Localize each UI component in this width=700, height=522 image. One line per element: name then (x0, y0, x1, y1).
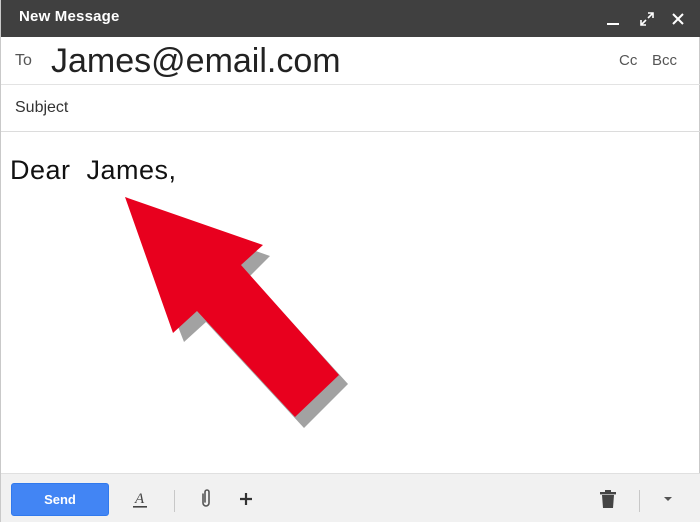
popout-icon[interactable] (635, 0, 659, 37)
message-body[interactable]: Dear James, (1, 133, 700, 473)
insert-more-icon[interactable] (231, 484, 261, 514)
to-row[interactable]: To James@email.com Cc Bcc (1, 37, 700, 85)
more-options-icon[interactable] (653, 484, 683, 514)
send-button[interactable]: Send (11, 483, 109, 516)
compose-window: New Message To James@email.com Cc Bcc De… (0, 0, 700, 522)
attach-icon[interactable] (191, 484, 221, 514)
minimize-icon[interactable] (601, 0, 625, 37)
bcc-link[interactable]: Bcc (652, 52, 677, 69)
window-title: New Message (19, 8, 120, 25)
trash-icon[interactable] (593, 484, 623, 514)
formatting-icon[interactable]: A (125, 484, 155, 514)
toolbar-divider (174, 490, 175, 512)
subject-field[interactable] (9, 93, 700, 123)
cc-link[interactable]: Cc (619, 52, 637, 69)
close-icon[interactable] (666, 0, 690, 37)
svg-text:A: A (134, 491, 145, 507)
body-text: Dear James, (10, 155, 177, 185)
to-field[interactable]: James@email.com (51, 42, 341, 81)
to-label: To (15, 52, 32, 69)
subject-row (1, 85, 700, 132)
toolbar-divider (639, 490, 640, 512)
compose-titlebar[interactable]: New Message (1, 0, 700, 37)
compose-toolbar: Send A (1, 473, 700, 522)
